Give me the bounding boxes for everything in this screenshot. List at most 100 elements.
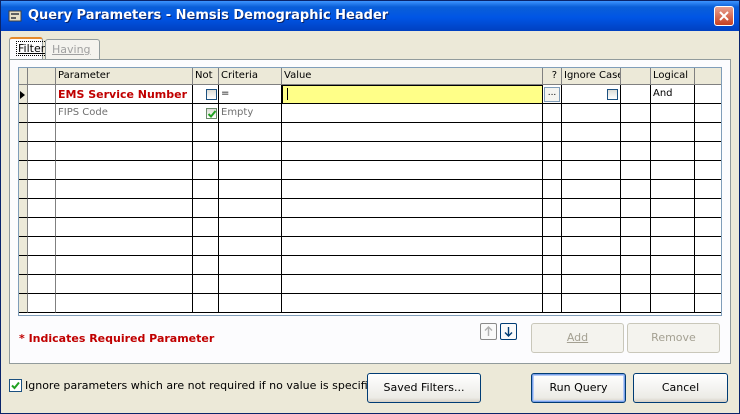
table-cell[interactable]	[621, 294, 651, 313]
criteria-cell[interactable]: =	[219, 85, 282, 104]
table-cell[interactable]	[193, 161, 219, 180]
table-cell[interactable]	[543, 123, 562, 142]
table-cell[interactable]	[543, 161, 562, 180]
ignore-case-checkbox[interactable]	[607, 89, 618, 100]
table-cell[interactable]	[219, 123, 282, 142]
column-header[interactable]: Not	[193, 68, 219, 85]
table-cell[interactable]	[651, 123, 695, 142]
table-cell[interactable]	[282, 237, 543, 256]
table-cell[interactable]	[651, 161, 695, 180]
table-cell[interactable]	[219, 294, 282, 313]
table-cell[interactable]	[193, 180, 219, 199]
table-cell[interactable]	[543, 294, 562, 313]
table-cell[interactable]	[219, 180, 282, 199]
tab-filter[interactable]: Filter	[9, 37, 48, 59]
table-cell[interactable]	[562, 161, 621, 180]
table-cell[interactable]	[282, 256, 543, 275]
table-cell[interactable]	[695, 142, 721, 161]
table-cell[interactable]	[651, 180, 695, 199]
column-header[interactable]	[28, 68, 56, 85]
table-cell[interactable]	[651, 237, 695, 256]
table-cell[interactable]	[621, 218, 651, 237]
table-cell[interactable]	[56, 218, 193, 237]
table-cell[interactable]	[651, 218, 695, 237]
value-picker-button[interactable]: ...	[544, 87, 560, 102]
table-cell[interactable]	[193, 275, 219, 294]
table-cell[interactable]	[543, 218, 562, 237]
table-cell[interactable]	[56, 123, 193, 142]
table-cell[interactable]	[56, 294, 193, 313]
table-cell[interactable]	[193, 142, 219, 161]
table-cell[interactable]	[562, 275, 621, 294]
column-header[interactable]: ?	[543, 68, 562, 85]
table-cell[interactable]	[282, 123, 543, 142]
remove-button[interactable]: Remove	[627, 323, 720, 353]
saved-filters-button[interactable]: Saved Filters...	[367, 373, 481, 403]
logical-cell[interactable]: And	[651, 85, 695, 104]
table-cell[interactable]	[282, 142, 543, 161]
table-cell[interactable]	[282, 104, 543, 123]
parameter-cell[interactable]: FIPS Code	[56, 104, 193, 123]
column-header[interactable]: Logical	[651, 68, 695, 85]
table-cell[interactable]	[695, 275, 721, 294]
table-cell[interactable]	[621, 180, 651, 199]
table-cell[interactable]	[193, 237, 219, 256]
table-cell[interactable]	[282, 218, 543, 237]
move-up-button[interactable]	[480, 323, 497, 340]
move-down-button[interactable]	[500, 323, 517, 340]
table-cell[interactable]	[56, 237, 193, 256]
table-cell[interactable]	[621, 123, 651, 142]
table-cell[interactable]	[282, 180, 543, 199]
ignore-parameters-checkbox[interactable]	[9, 379, 22, 392]
table-cell[interactable]	[695, 218, 721, 237]
table-cell[interactable]	[651, 199, 695, 218]
table-cell[interactable]	[282, 161, 543, 180]
table-cell[interactable]	[621, 85, 651, 104]
table-cell[interactable]	[219, 275, 282, 294]
not-checkbox[interactable]	[206, 108, 217, 119]
table-cell[interactable]	[562, 199, 621, 218]
table-cell[interactable]	[219, 218, 282, 237]
table-cell[interactable]	[193, 218, 219, 237]
table-cell[interactable]	[282, 294, 543, 313]
table-cell[interactable]	[562, 104, 621, 123]
table-cell[interactable]	[219, 142, 282, 161]
not-checkbox[interactable]	[206, 89, 217, 100]
table-cell[interactable]	[56, 142, 193, 161]
table-cell[interactable]	[56, 256, 193, 275]
table-cell[interactable]	[562, 180, 621, 199]
cancel-button[interactable]: Cancel	[633, 373, 728, 403]
table-cell[interactable]	[695, 294, 721, 313]
table-cell[interactable]	[695, 237, 721, 256]
parameter-grid[interactable]: Parameter Not Criteria Value? Ignore Case Log…	[18, 67, 722, 316]
table-cell[interactable]	[543, 104, 562, 123]
column-header[interactable]: Criteria	[219, 68, 282, 85]
parameter-cell[interactable]: EMS Service Number	[56, 85, 193, 104]
table-cell[interactable]	[543, 180, 562, 199]
table-cell[interactable]	[621, 104, 651, 123]
table-cell[interactable]	[543, 275, 562, 294]
table-cell[interactable]	[695, 161, 721, 180]
table-cell[interactable]	[562, 237, 621, 256]
table-cell[interactable]	[193, 294, 219, 313]
table-cell[interactable]	[621, 161, 651, 180]
table-cell[interactable]	[543, 256, 562, 275]
table-cell[interactable]	[56, 180, 193, 199]
column-header[interactable]: Ignore Case	[562, 68, 621, 85]
close-button[interactable]	[714, 6, 734, 26]
table-cell[interactable]	[56, 275, 193, 294]
column-header[interactable]: Value	[282, 68, 543, 85]
table-cell[interactable]	[56, 161, 193, 180]
table-cell[interactable]	[56, 199, 193, 218]
table-cell[interactable]	[695, 256, 721, 275]
table-cell[interactable]	[219, 199, 282, 218]
logical-cell[interactable]	[651, 104, 695, 123]
table-cell[interactable]	[193, 123, 219, 142]
table-cell[interactable]	[543, 199, 562, 218]
table-cell[interactable]	[651, 142, 695, 161]
table-cell[interactable]	[543, 142, 562, 161]
table-cell[interactable]	[193, 256, 219, 275]
table-cell[interactable]	[651, 294, 695, 313]
tab-having[interactable]: Having	[45, 39, 100, 59]
table-cell[interactable]	[651, 256, 695, 275]
